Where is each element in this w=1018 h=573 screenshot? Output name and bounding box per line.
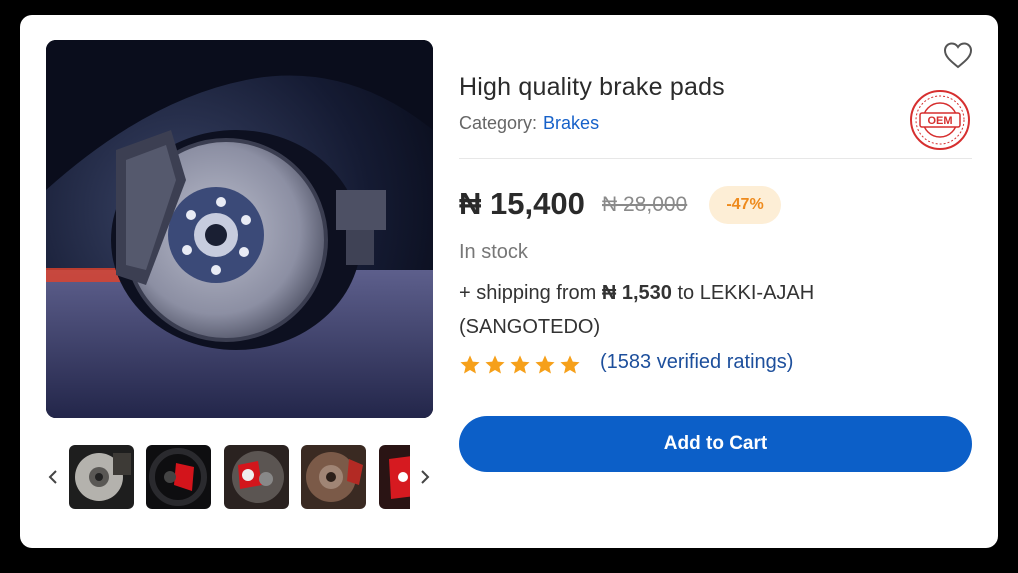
thumbnail-2[interactable] [146,445,211,509]
ratings-link[interactable]: (1583 verified ratings) [600,351,793,374]
thumbnail-1[interactable] [69,445,134,509]
current-price: ₦ 15,400 [459,186,585,221]
star-icon [510,355,530,374]
chevron-right-icon[interactable] [415,444,435,510]
product-title: High quality brake pads [459,73,725,101]
stock-status: In stock [459,241,528,263]
star-icon [560,355,580,374]
old-price: ₦ 28,000 [602,193,688,216]
brake-disc-photo [46,40,433,418]
thumbnail-strip [46,444,433,510]
discount-badge: -47% [709,186,781,224]
add-to-cart-button[interactable]: Add to Cart [459,416,972,472]
product-category: Category: Brakes [459,113,599,134]
shipping-prefix: + shipping from [459,282,602,304]
shipping-info: + shipping from ₦ 1,530 to LEKKI-AJAH (S… [459,276,879,344]
heart-outline-icon[interactable] [942,40,974,70]
category-label: Category: [459,113,538,133]
shipping-amount: ₦ 1,530 [601,282,672,304]
category-link[interactable]: Brakes [543,113,599,133]
star-icon [460,355,480,374]
product-card: High quality brake pads Category: Brakes … [20,15,998,548]
thumbnail-4[interactable] [301,445,366,509]
chevron-left-icon[interactable] [43,444,63,510]
main-product-image[interactable] [46,40,433,418]
rating-stars [459,354,581,376]
thumbnail-window [69,444,410,510]
thumbnail-3[interactable] [224,445,289,509]
star-icon [535,355,555,374]
oem-badge-text: OEM [927,115,952,127]
oem-seal-icon: OEM [910,90,970,150]
divider [459,158,972,159]
thumbnail-5[interactable] [379,445,410,509]
oem-badge: OEM [909,89,971,151]
star-icon [485,355,505,374]
